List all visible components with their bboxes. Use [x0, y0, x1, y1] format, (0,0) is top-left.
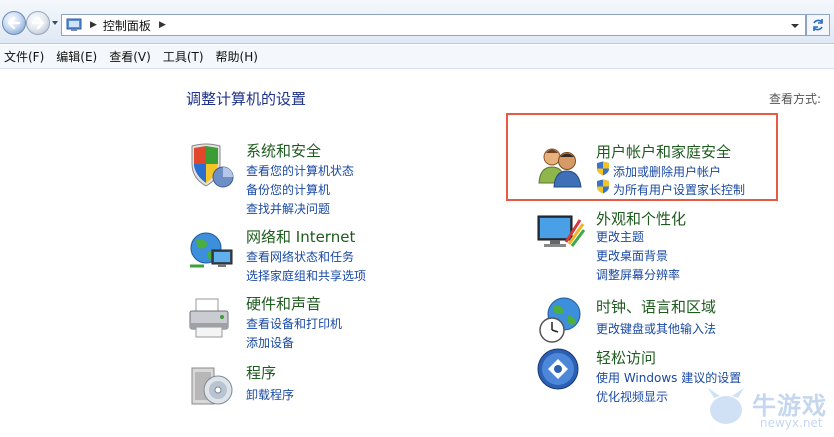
address-path-box[interactable]: ▶ 控制面板 ▶: [61, 14, 806, 36]
recent-pages-dropdown-icon[interactable]: [51, 19, 59, 27]
link-change-desktop-background[interactable]: 更改桌面背景: [596, 247, 668, 264]
breadcrumb-separator-icon[interactable]: ▶: [159, 20, 166, 30]
menu-edit[interactable]: 编辑(E): [54, 48, 105, 65]
back-button[interactable]: [2, 11, 26, 35]
link-change-keyboard-input[interactable]: 更改键盘或其他输入法: [596, 320, 716, 337]
link-add-remove-accounts[interactable]: 添加或删除用户帐户: [613, 163, 721, 180]
link-troubleshoot[interactable]: 查找并解决问题: [246, 200, 330, 217]
menu-view[interactable]: 查看(V): [107, 48, 159, 65]
refresh-icon: [813, 19, 823, 31]
category-title[interactable]: 硬件和声音: [246, 293, 321, 314]
appearance-monitor-icon: [537, 215, 586, 247]
link-network-status[interactable]: 查看网络状态和任务: [246, 248, 354, 265]
category-user-accounts: 用户帐户和家庭安全 添加或删除用户帐户 为所有用户设置家长控制: [536, 141, 776, 197]
users-icon: [538, 148, 582, 188]
category-title[interactable]: 系统和安全: [246, 140, 321, 161]
address-bar: ▶ 控制面板 ▶: [0, 0, 834, 44]
category-programs: 程序 卸载程序: [186, 362, 486, 412]
uac-shield-icon: [597, 161, 609, 176]
category-appearance: 外观和个性化 更改主题 更改桌面背景 调整屏幕分辨率: [536, 208, 776, 284]
category-title[interactable]: 外观和个性化: [596, 208, 686, 229]
link-devices-printers[interactable]: 查看设备和打印机: [246, 315, 342, 332]
clock-globe-icon: [539, 297, 581, 343]
view-by-label[interactable]: 查看方式:: [769, 90, 821, 107]
system-security-shield-icon: [191, 143, 234, 188]
menu-file[interactable]: 文件(F): [2, 48, 52, 65]
link-homegroup-sharing[interactable]: 选择家庭组和共享选项: [246, 267, 366, 284]
category-title[interactable]: 用户帐户和家庭安全: [596, 141, 731, 162]
category-hardware-sound: 硬件和声音 查看设备和打印机 添加设备: [186, 293, 486, 353]
category-title[interactable]: 程序: [246, 362, 276, 383]
forward-button[interactable]: [26, 11, 50, 35]
category-system-security: 系统和安全 查看您的计算机状态 备份您的计算机 查找并解决问题: [186, 140, 486, 220]
menu-bar: 文件(F) 编辑(E) 查看(V) 工具(T) 帮助(H): [0, 45, 834, 69]
link-change-theme[interactable]: 更改主题: [596, 228, 644, 245]
menu-help[interactable]: 帮助(H): [214, 48, 266, 65]
uac-shield-icon: [597, 179, 609, 194]
category-clock-language: 时钟、语言和区域 更改键盘或其他输入法: [536, 296, 776, 346]
breadcrumb-separator-icon[interactable]: ▶: [90, 20, 97, 30]
refresh-button[interactable]: [806, 14, 830, 36]
address-dropdown-icon[interactable]: [791, 22, 799, 30]
link-view-computer-status[interactable]: 查看您的计算机状态: [246, 162, 354, 179]
ease-of-access-icon: [537, 348, 579, 390]
category-network-internet: 网络和 Internet 查看网络状态和任务 选择家庭组和共享选项: [186, 226, 486, 286]
link-optimize-display[interactable]: 优化视频显示: [596, 388, 668, 405]
breadcrumb-control-panel[interactable]: 控制面板: [103, 17, 151, 34]
category-title[interactable]: 时钟、语言和区域: [596, 296, 716, 317]
link-adjust-resolution[interactable]: 调整屏幕分辨率: [596, 266, 680, 283]
link-uninstall-program[interactable]: 卸载程序: [246, 386, 294, 403]
page-title: 调整计算机的设置: [186, 90, 307, 108]
watermark-subtext: newyx.net: [760, 416, 823, 430]
forward-arrow-icon: [31, 16, 45, 30]
back-arrow-icon: [7, 16, 21, 30]
programs-disc-box-icon: [191, 367, 233, 405]
link-parental-controls[interactable]: 为所有用户设置家长控制: [613, 181, 745, 198]
link-add-device[interactable]: 添加设备: [246, 334, 294, 351]
category-title[interactable]: 网络和 Internet: [246, 226, 355, 247]
network-globe-icon: [190, 232, 233, 268]
control-panel-icon: [66, 18, 82, 31]
menu-tools[interactable]: 工具(T): [161, 48, 212, 65]
link-backup-computer[interactable]: 备份您的计算机: [246, 181, 330, 198]
printer-icon: [189, 298, 229, 338]
category-title[interactable]: 轻松访问: [596, 347, 656, 368]
